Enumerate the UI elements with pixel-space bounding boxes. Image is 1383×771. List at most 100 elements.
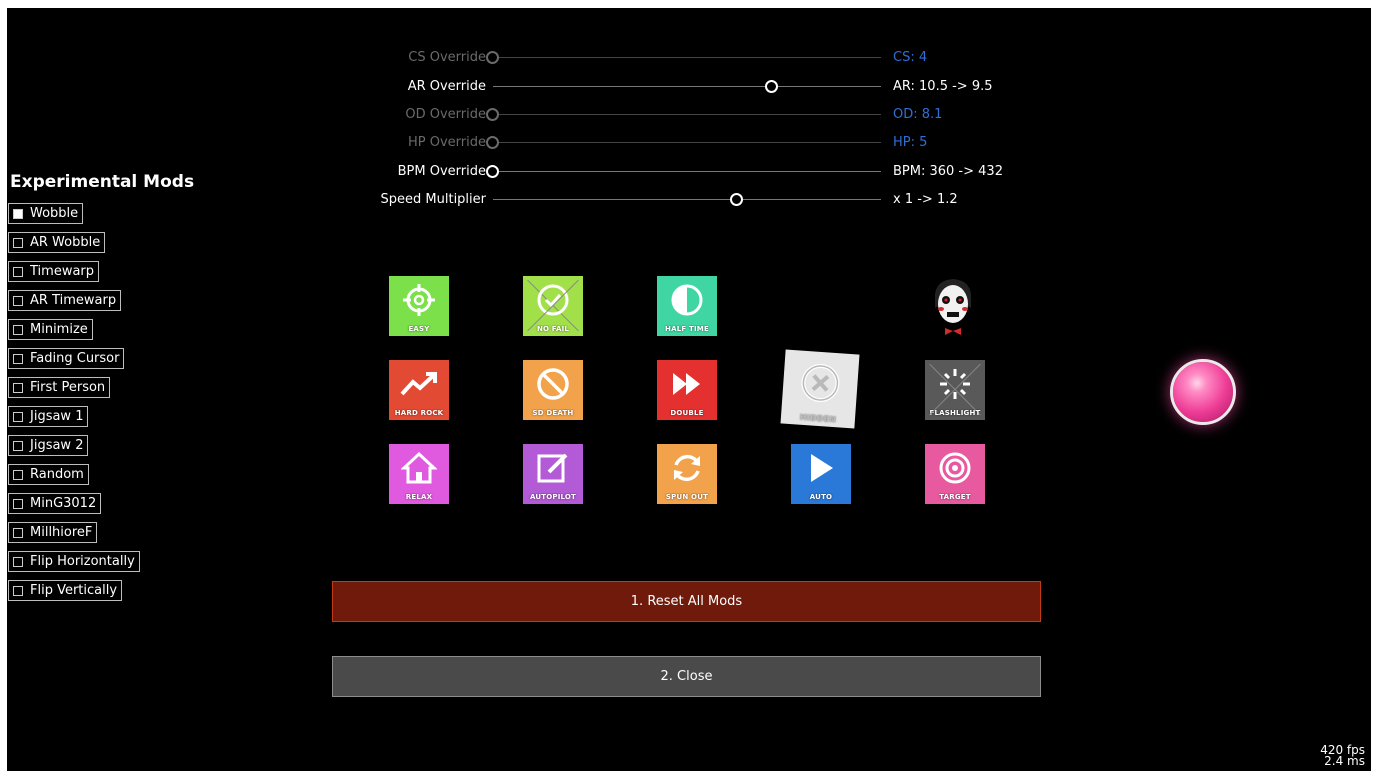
mod-label: SPUN OUT [665, 493, 709, 501]
prohibited-icon [523, 364, 583, 404]
checkbox-label: Random [30, 467, 84, 482]
cursor-icon [1170, 359, 1236, 425]
slider-label: BPM Override [397, 164, 486, 179]
slider-row: AR Override AR: 10.5 -> 9.5 [7, 76, 1371, 98]
mod-spun-out[interactable]: SPUN OUT [657, 444, 717, 504]
slider-knob[interactable] [486, 51, 499, 64]
experimental-mod-checkbox[interactable]: Flip Horizontally [8, 551, 140, 572]
slider-label: CS Override [408, 50, 486, 65]
slider-value: CS: 4 [893, 50, 928, 65]
mod-easy[interactable]: EASY [389, 276, 449, 336]
crosshair-icon [389, 280, 449, 320]
slider-track[interactable] [493, 142, 881, 143]
checkbox-icon[interactable] [13, 498, 23, 509]
slider-row: OD Override OD: 8.1 [7, 104, 1371, 126]
play-icon [791, 448, 851, 488]
experimental-mod-checkbox[interactable]: Jigsaw 1 [8, 406, 89, 427]
experimental-mod-checkbox[interactable]: Jigsaw 2 [8, 435, 89, 456]
checkbox-icon[interactable] [13, 411, 23, 422]
slider-track[interactable] [493, 199, 881, 200]
game-screen: CS Override CS: 4 AR Override AR: 10.5 -> 9… [7, 8, 1371, 771]
slider-value: OD: 8.1 [893, 107, 943, 122]
checkbox-label: AR Wobble [30, 235, 101, 250]
slider-knob[interactable] [730, 193, 744, 206]
slider-track[interactable] [493, 171, 881, 172]
mod-label: EASY [408, 325, 430, 333]
jigsaw-mask-icon [925, 276, 981, 338]
slider-knob[interactable] [765, 80, 779, 93]
checkbox-icon[interactable] [13, 382, 23, 393]
experimental-mod-checkbox[interactable]: Flip Vertically [8, 580, 123, 601]
checkbox-label: Flip Horizontally [30, 554, 135, 569]
checkbox-icon[interactable] [13, 353, 23, 364]
slider-label: OD Override [405, 107, 486, 122]
checkbox-icon[interactable] [13, 440, 23, 451]
mod-double-time[interactable]: DOUBLE [657, 360, 717, 420]
mod-label: AUTO [809, 493, 833, 501]
checkbox-icon[interactable] [13, 295, 23, 306]
experimental-mod-checkbox[interactable]: AR Timewarp [8, 290, 122, 311]
slider-row: BPM Override BPM: 360 -> 432 [7, 161, 1371, 183]
checkbox-label: Flip Vertically [30, 583, 118, 598]
checkbox-icon[interactable] [13, 237, 23, 248]
mod-label: HIDDEN [799, 412, 837, 425]
checkbox-icon[interactable] [13, 556, 23, 567]
checkbox-label: Minimize [30, 322, 88, 337]
check-circle-icon [523, 280, 583, 320]
mod-label: RELAX [405, 493, 433, 501]
slider-knob[interactable] [486, 136, 499, 149]
checkbox-icon[interactable] [13, 208, 23, 219]
reset-all-mods-button[interactable]: 1. Reset All Mods [332, 581, 1041, 622]
checkbox-label: Fading Cursor [30, 351, 120, 366]
mod-label: DOUBLE [670, 409, 704, 417]
slider-knob[interactable] [486, 165, 499, 178]
checkbox-icon[interactable] [13, 324, 23, 335]
experimental-mod-checkbox[interactable]: MinG3012 [8, 493, 102, 514]
slider-label: HP Override [408, 135, 486, 150]
slider-label: AR Override [407, 79, 486, 94]
mod-label: TARGET [939, 493, 971, 501]
close-button[interactable]: 2. Close [332, 656, 1041, 697]
mod-hidden[interactable]: HIDDEN [780, 349, 860, 429]
experimental-mod-checkbox[interactable]: AR Wobble [8, 232, 106, 253]
experimental-mod-checkbox[interactable]: MillhioreF [8, 522, 98, 543]
mod-label: AUTOPILOT [529, 493, 577, 501]
mod-target[interactable]: TARGET [925, 444, 985, 504]
checkbox-label: Jigsaw 1 [30, 409, 84, 424]
mod-autopilot[interactable]: AUTOPILOT [523, 444, 583, 504]
trend-up-icon [389, 364, 449, 404]
experimental-mod-checkbox[interactable]: Fading Cursor [8, 348, 125, 369]
slider-track[interactable] [493, 86, 881, 87]
mod-label: SD DEATH [532, 409, 574, 417]
slider-knob[interactable] [486, 108, 499, 121]
mod-no-fail[interactable]: NO FAIL [523, 276, 583, 336]
mod-label: HALF TIME [665, 325, 709, 333]
mod-label: HARD ROCK [394, 409, 444, 417]
mod-label: NO FAIL [536, 325, 570, 333]
checkbox-label: AR Timewarp [30, 293, 117, 308]
checkbox-icon[interactable] [13, 469, 23, 480]
slider-track[interactable] [493, 57, 881, 58]
experimental-mod-checkbox[interactable]: Timewarp [8, 261, 100, 282]
mod-sudden-death[interactable]: SD DEATH [523, 360, 583, 420]
mod-flashlight[interactable]: FLASHLIGHT [925, 360, 985, 420]
checkbox-label: MinG3012 [30, 496, 97, 511]
mod-relax[interactable]: RELAX [389, 444, 449, 504]
checkbox-icon[interactable] [13, 527, 23, 538]
experimental-mod-checkbox[interactable]: Random [8, 464, 89, 485]
checkbox-label: Wobble [30, 206, 79, 221]
checkbox-label: MillhioreF [30, 525, 93, 540]
slider-row: CS Override CS: 4 [7, 47, 1371, 69]
slider-value: BPM: 360 -> 432 [893, 164, 1003, 179]
fps-counter: 420 fps 2.4 ms [1320, 744, 1365, 767]
mod-half-time[interactable]: HALF TIME [657, 276, 717, 336]
slider-track[interactable] [493, 114, 881, 115]
checkbox-icon[interactable] [13, 585, 23, 596]
experimental-mod-checkbox[interactable]: First Person [8, 377, 111, 398]
experimental-mod-checkbox[interactable]: Wobble [8, 203, 84, 224]
experimental-mod-checkbox[interactable]: Minimize [8, 319, 93, 340]
edit-icon [523, 448, 583, 488]
mod-hard-rock[interactable]: HARD ROCK [389, 360, 449, 420]
checkbox-icon[interactable] [13, 266, 23, 277]
mod-auto[interactable]: AUTO [791, 444, 851, 504]
